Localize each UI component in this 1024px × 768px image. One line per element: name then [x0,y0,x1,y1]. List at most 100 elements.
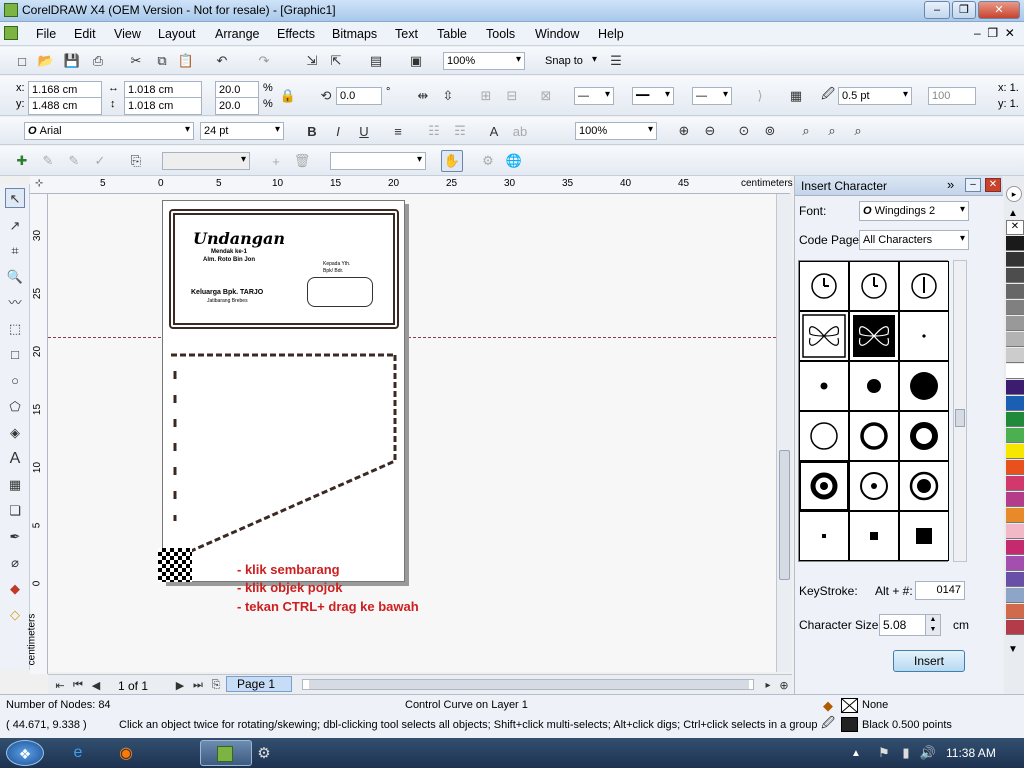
eyedropper-icon[interactable]: ✒ [5,527,25,547]
color-swatch[interactable] [1006,476,1024,491]
align-icon[interactable]: ≡ [390,123,406,139]
import-icon[interactable]: ⇲ [304,53,320,69]
first-page-arrow-icon[interactable]: ⏮ [70,677,86,693]
color-swatch[interactable] [1006,268,1024,283]
volume-icon[interactable]: 🔊 [920,745,936,761]
keystroke-field[interactable]: 0147 [915,581,965,600]
snap-to-button[interactable]: Snap to [545,55,583,67]
zoom-all-icon[interactable]: ⊚ [762,123,778,139]
web-icon-1[interactable]: ⚙ [480,153,496,169]
minimize-docker-icon[interactable]: – [965,178,981,192]
start-button[interactable]: ❖ [6,740,44,766]
palette-scroll-up-icon[interactable]: ▲ [1008,208,1018,219]
color-swatch[interactable] [1006,540,1024,555]
color-swatch[interactable] [1006,332,1024,347]
underline-icon[interactable]: U [356,123,372,139]
save-icon[interactable]: 💾 [64,53,80,69]
minimize-button[interactable]: – [924,1,950,19]
outline-swatch[interactable] [841,717,858,732]
add-page-icon[interactable]: ⎘ [208,677,224,693]
color-swatch[interactable] [1006,492,1024,507]
y-position-field[interactable]: 1.488 cm [28,97,102,115]
horizontal-scroll-thumb[interactable] [309,680,749,689]
wrap-text-icon[interactable]: ▦ [788,88,804,104]
close-button[interactable]: ✕ [978,1,1020,19]
menu-file[interactable]: File [36,27,56,41]
glyph-clock-3[interactable] [899,261,949,311]
cut-icon[interactable]: ✂ [128,53,144,69]
color-swatch[interactable] [1006,252,1024,267]
value-100-field[interactable]: 100 [928,87,976,105]
horizontal-scrollbar[interactable] [302,679,754,690]
freehand-tool-icon[interactable]: 〰 [5,293,25,313]
delete-icon[interactable]: 🗑 [294,153,311,169]
character-grid-scroll-thumb[interactable] [955,409,965,427]
invitation-subtitle-2[interactable]: Alm. Roto Bin Jon [203,257,255,263]
color-swatch[interactable] [1006,508,1024,523]
drop-cap-icon[interactable]: ☶ [452,123,468,139]
new-icon[interactable]: □ [14,53,30,69]
color-swatch[interactable] [1006,588,1024,603]
color-swatch[interactable] [1006,316,1024,331]
menu-bitmaps[interactable]: Bitmaps [332,27,377,41]
drawing-page[interactable]: Undangan Mendak ke-1 Alm. Roto Bin Jon K… [162,200,405,582]
color-swatch[interactable] [1006,412,1024,427]
menu-text[interactable]: Text [395,27,418,41]
smart-fill-icon[interactable]: ⬚ [5,319,25,339]
palette-scroll-down-icon[interactable]: ▼ [1008,644,1018,655]
preset-select[interactable] [162,152,250,170]
coreldraw-taskbar-button[interactable] [200,740,252,766]
print-icon[interactable]: ⎙ [90,53,106,69]
flag-icon[interactable]: ⚑ [876,745,892,761]
zoom-levels-select[interactable]: 100% [443,52,525,70]
paste-icon[interactable]: 📋 [178,53,194,69]
maximize-button[interactable]: ❐ [952,1,976,19]
effect-select[interactable] [330,152,426,170]
copy-properties-icon[interactable]: ⎘ [128,153,144,169]
family-name[interactable]: Keluarga Bpk. TARJO [191,289,263,296]
color-swatch[interactable] [1006,556,1024,571]
glyph-dot-small[interactable] [799,361,849,411]
add-icon[interactable]: + [268,153,284,169]
interactive-effects-icon[interactable]: ❏ [5,501,25,521]
docker-font-select[interactable]: O Wingdings 2 [859,201,969,221]
address-box[interactable] [307,277,373,307]
rotation-field[interactable]: 0.0 [336,87,382,105]
color-swatch[interactable] [1006,284,1024,299]
edit-text-icon[interactable]: ab [512,123,528,139]
color-swatch[interactable] [1006,524,1024,539]
ellipse-tool-icon[interactable]: ○ [5,371,25,391]
vertical-scroll-thumb[interactable] [779,450,790,580]
end-arrowhead-select[interactable]: — [692,87,732,105]
ie-icon[interactable]: e [70,744,86,761]
glyph-bullseye-selected[interactable] [799,461,849,511]
color-swatch[interactable] [1006,428,1024,443]
zoom-select-2[interactable]: 100% [575,122,657,140]
glyph-ring-thick[interactable] [899,411,949,461]
interactive-fill-icon[interactable]: ◇ [5,605,25,625]
mirror-horizontal-icon[interactable]: ⇹ [415,88,431,104]
line-style-select[interactable]: ━━ [632,87,674,105]
clock[interactable]: 11:38 AM [946,746,996,760]
app-taskbar-icon[interactable]: ⚙ [256,745,272,762]
menu-help[interactable]: Help [598,27,624,41]
bullets-icon[interactable]: ☷ [426,123,442,139]
copy-icon[interactable]: ⧉ [154,53,170,69]
table-tool-icon[interactable]: ▦ [5,475,25,495]
no-color-swatch[interactable]: ✕ [1006,220,1024,235]
font-list-select[interactable]: O Arial [24,122,194,140]
glyph-ring-medium[interactable] [849,411,899,461]
palette-arrow-icon[interactable]: ▸ [1006,186,1022,202]
open-icon[interactable]: 📂 [38,53,54,69]
scale-y-field[interactable]: 20.0 [215,97,259,115]
next-page-icon[interactable]: ▶ [172,677,188,693]
chain-pattern[interactable] [163,341,406,583]
glyph-square-tiny[interactable] [799,511,849,561]
zoom-tool-icon[interactable]: 🔍 [5,267,25,287]
bold-icon[interactable]: B [304,123,320,139]
glyph-dot-tiny[interactable] [899,311,949,361]
text-tool-icon[interactable]: A [5,449,25,469]
mirror-vertical-icon[interactable]: ⇳ [440,88,456,104]
recipient-label-2[interactable]: Bpk/ Bdr. [323,268,343,274]
vertical-ruler[interactable]: 30 25 20 15 10 5 0 centimeters [26,194,48,674]
